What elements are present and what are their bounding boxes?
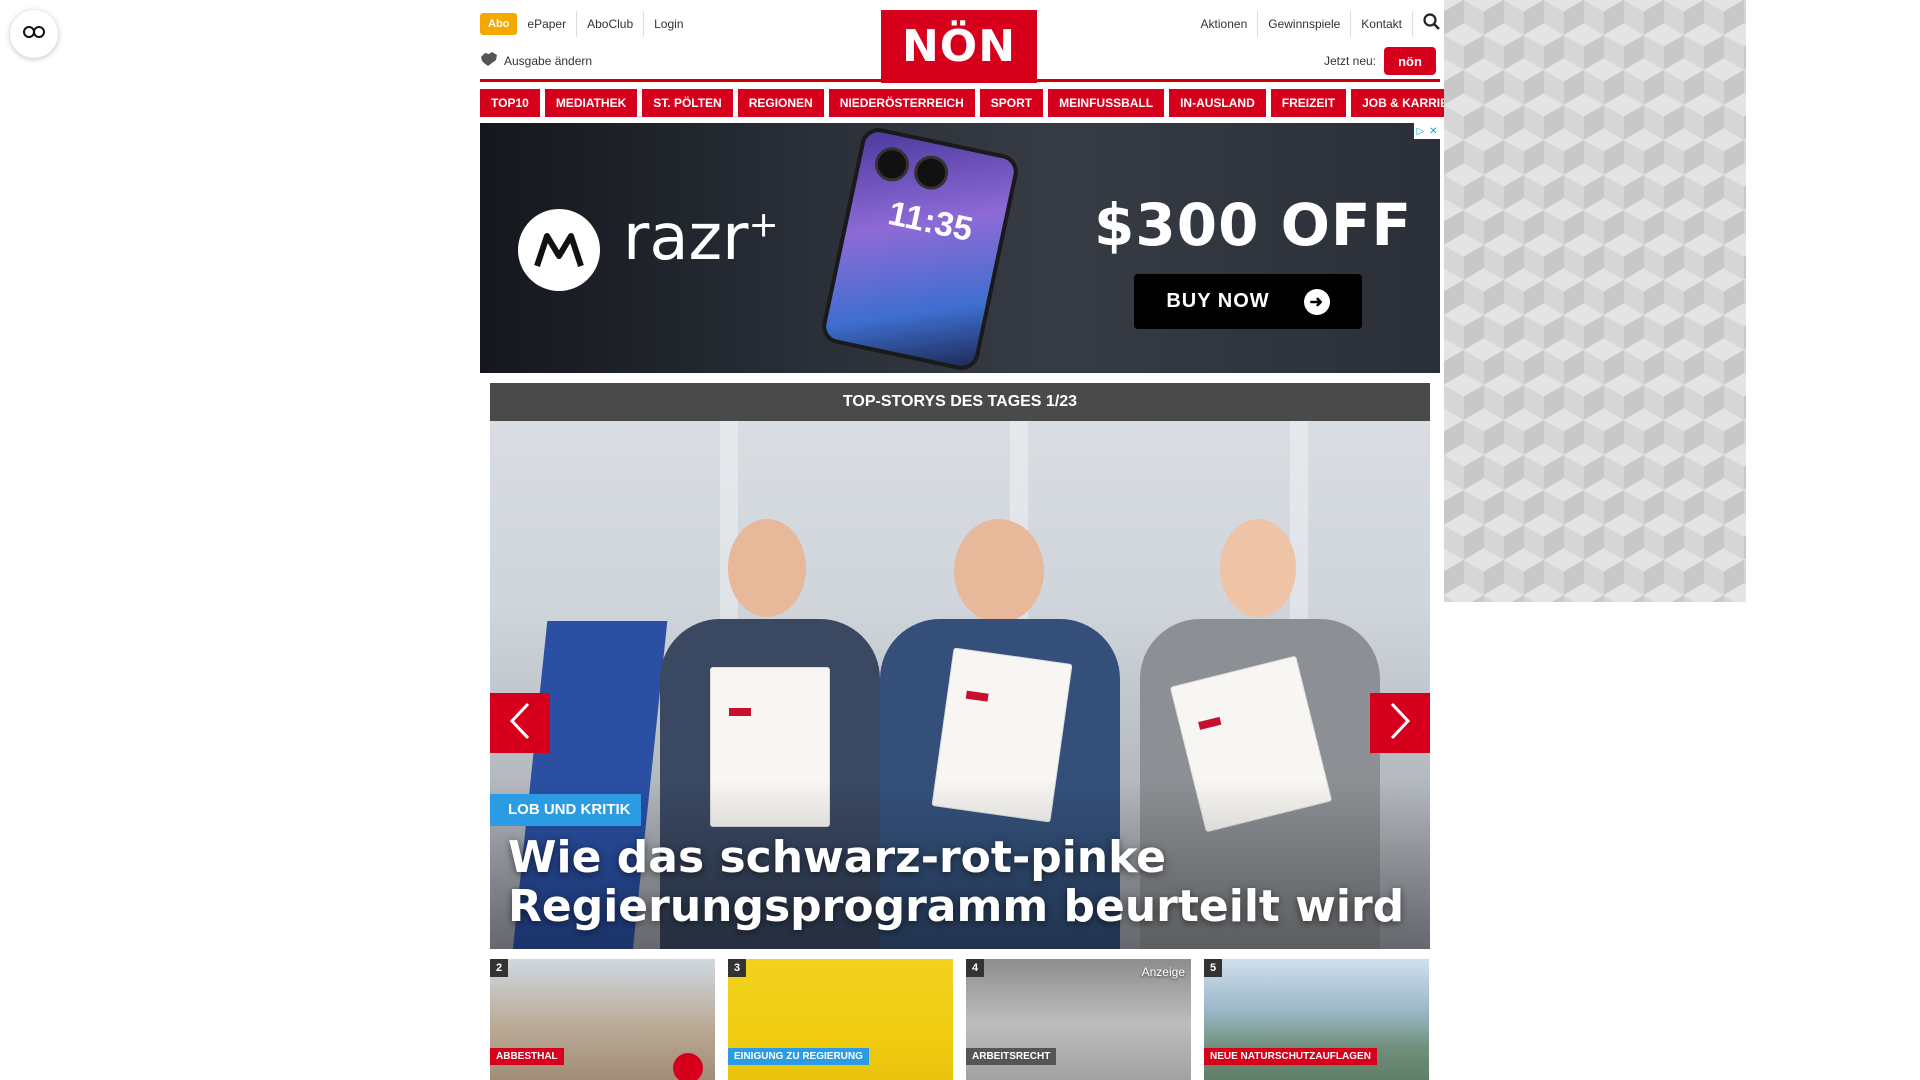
motorola-logo [518,209,600,291]
story-thumbnail[interactable]: 3 EINIGUNG ZU REGIERUNG [728,959,953,1080]
site-header: Abo ePaper AboClub Login Ausgabe ändern … [480,0,1440,83]
person-head [728,519,806,617]
adchoices-icon: ▷ [1416,125,1425,137]
nav-item-freizeit[interactable]: FREIZEIT [1270,89,1347,117]
region-map-icon [480,51,504,70]
aboclub-link[interactable]: AboClub [576,11,643,37]
ad-brand: razr+ [623,201,779,275]
story-thumbnails: 2 ABBESTHAL 3 EINIGUNG ZU REGIERUNG 4 An… [490,959,1430,1080]
search-icon [1423,13,1440,35]
nav-item-meinfussball[interactable]: MEINFUSSBALL [1048,89,1165,117]
site-logo[interactable]: NÖN [881,10,1037,83]
hero-category-tag[interactable]: LOB UND KRITIK [490,794,641,826]
edition-label: Ausgabe ändern [504,53,593,68]
nav-item-mediathek[interactable]: MEDIATHEK [544,89,638,117]
aktionen-link[interactable]: Aktionen [1191,11,1259,37]
nav-item-niederoesterreich[interactable]: NIEDERÖSTERREICH [828,89,975,117]
buy-now-button[interactable]: BUY NOW ➜ [1134,274,1362,329]
top-links-left: Abo ePaper AboClub Login [480,11,694,37]
story-thumbnail[interactable]: 4 Anzeige ARBEITSRECHT [966,959,1191,1080]
person-head [1220,519,1296,617]
thumbnail-category: ARBEITSRECHT [966,1048,1057,1065]
carousel-next-button[interactable] [1370,693,1430,753]
story-thumbnail[interactable]: 5 NEUE NATURSCHUTZAUFLAGEN [1204,959,1429,1080]
buy-now-label: BUY NOW [1166,290,1270,312]
search-button[interactable] [1413,11,1440,37]
skyscraper-ad[interactable] [1444,0,1746,602]
edition-switcher[interactable]: Ausgabe ändern [480,51,592,70]
top-stories-header: TOP-STORYS DES TAGES 1/23 [490,383,1430,421]
story-thumbnail[interactable]: 2 ABBESTHAL [490,959,715,1080]
thumbnail-category: NEUE NATURSCHUTZAUFLAGEN [1204,1048,1377,1065]
camera-lens [871,144,913,185]
camera-lens [910,152,952,193]
hero-story[interactable]: LOB UND KRITIK Wie das schwarz-rot-pinke… [490,421,1430,949]
epaper-link[interactable]: ePaper [517,11,576,37]
arrow-right-icon: ➜ [1303,288,1330,315]
promo-badge[interactable]: nön [1384,47,1436,75]
glasses-icon [22,25,46,44]
login-link[interactable]: Login [643,11,693,37]
phone-time: 11:35 [884,194,977,250]
kontakt-link[interactable]: Kontakt [1351,11,1413,37]
sponsored-label: Anzeige [1141,965,1185,979]
close-icon[interactable]: ✕ [1429,126,1437,137]
hero-headline[interactable]: Wie das schwarz-rot-pinke Regierungsprog… [508,833,1404,931]
thumbnail-category: EINIGUNG ZU REGIERUNG [728,1048,869,1065]
chevron-right-icon [1389,702,1411,745]
top-stories: TOP-STORYS DES TAGES 1/23 LOB UND KRITIK… [490,383,1430,1080]
nav-item-in-ausland[interactable]: IN-AUSLAND [1169,89,1266,117]
thumbnail-category: ABBESTHAL [490,1048,564,1065]
thumbnail-number: 5 [1204,959,1222,977]
hero-headline-line: Wie das schwarz-rot-pinke [508,832,1167,883]
ad-banner[interactable]: razr+ 11:35 $300 OFF BUY NOW ➜ ▷ ✕ [480,123,1440,373]
instagram-icon [673,1053,703,1080]
main-nav: TOP10 MEDIATHEK ST. PÖLTEN REGIONEN NIED… [480,89,1476,117]
gewinnspiele-link[interactable]: Gewinnspiele [1258,11,1352,37]
reader-mode-button[interactable] [10,10,58,58]
page-column: Abo ePaper AboClub Login Ausgabe ändern … [480,0,1476,1080]
nav-item-top10[interactable]: TOP10 [480,89,540,117]
nav-item-regionen[interactable]: REGIONEN [737,89,824,117]
ad-offer: $300 OFF [1094,191,1413,259]
ad-phone-image: 11:35 [818,124,1022,373]
person-head [954,519,1044,623]
promo-area: Jetzt neu: nön [1324,47,1436,75]
abo-button[interactable]: Abo [480,13,518,35]
thumbnail-number: 4 [966,959,984,977]
chevron-left-icon [509,702,531,745]
adchoices-badge[interactable]: ▷ ✕ [1414,123,1440,139]
carousel-prev-button[interactable] [490,693,550,753]
nav-item-sport[interactable]: SPORT [979,89,1044,117]
hero-headline-line: Regierungsprogramm beurteilt wird [508,881,1405,932]
thumbnail-number: 3 [728,959,746,977]
nav-item-st-poelten[interactable]: ST. PÖLTEN [642,89,733,117]
promo-label: Jetzt neu: [1323,54,1376,68]
top-links-right: Aktionen Gewinnspiele Kontakt [1191,11,1440,37]
thumbnail-number: 2 [490,959,508,977]
